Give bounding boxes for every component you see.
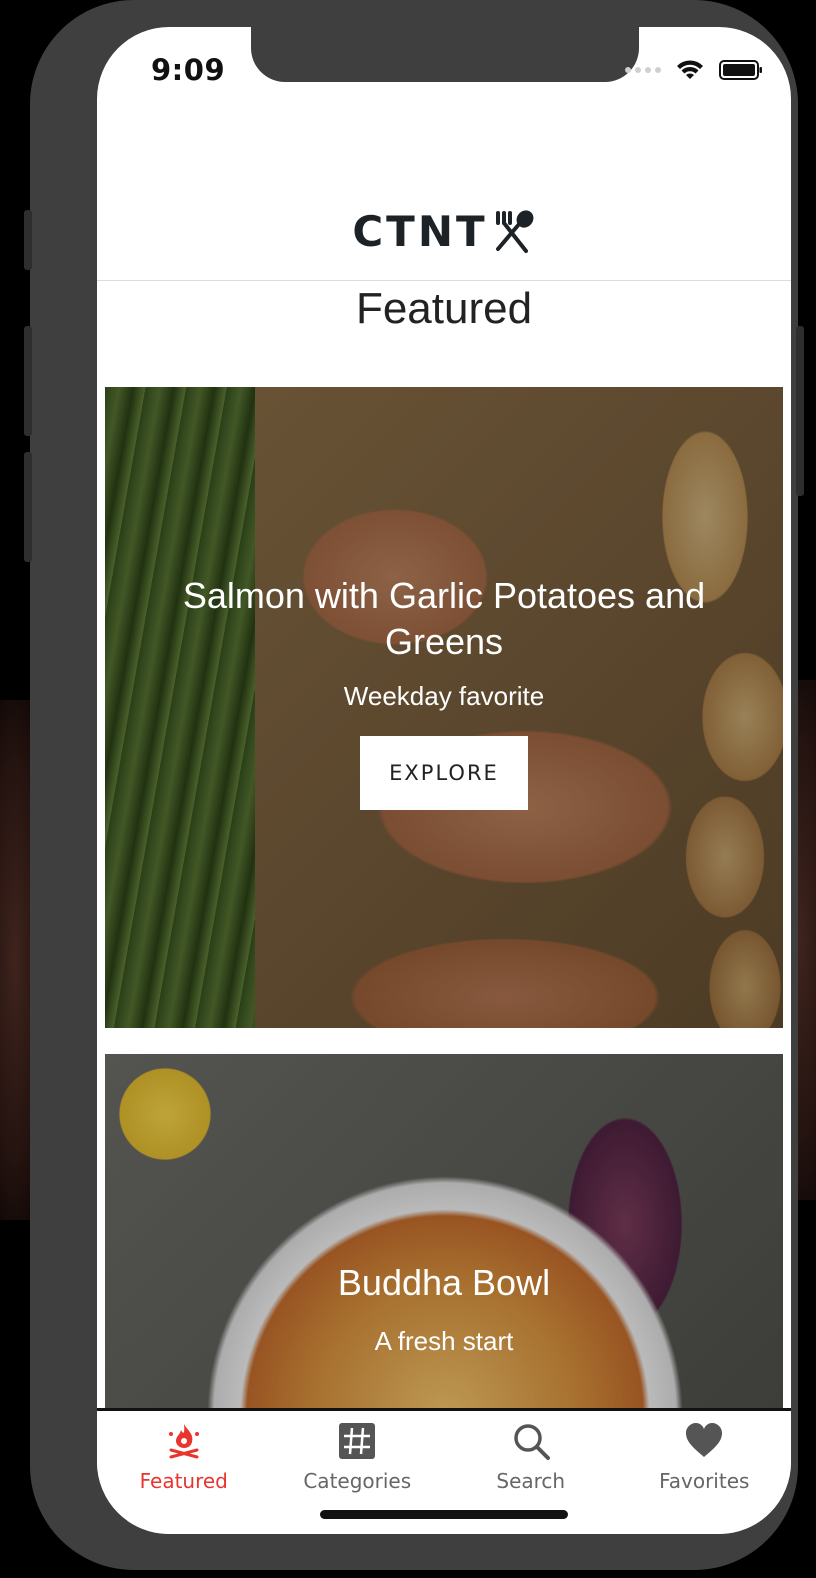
card-subtitle: Weekday favorite (343, 681, 545, 711)
explore-button[interactable]: EXPLORE (360, 736, 528, 810)
tab-label: Featured (139, 1469, 228, 1493)
card-title: Buddha Bowl (337, 1262, 551, 1303)
card-subtitle: A fresh start (374, 1326, 514, 1356)
card-overlay: Salmon with Garlic Potatoes and Greens W… (105, 387, 783, 1028)
phone-frame: 9:09 CTNT Featured Salmon with Garlic Po… (24, 0, 804, 1570)
screen: 9:09 CTNT Featured Salmon with Garlic Po… (97, 27, 791, 1534)
tab-label: Favorites (659, 1469, 750, 1493)
wifi-icon (677, 60, 703, 79)
logo-text: CTNT (352, 207, 488, 256)
recipe-card[interactable]: Buddha Bowl A fresh start (105, 1054, 783, 1409)
signal-icon (625, 67, 661, 73)
tab-label: Categories (303, 1469, 412, 1493)
heart-icon (686, 1423, 723, 1457)
tab-label: Search (496, 1469, 566, 1493)
grid-icon (339, 1423, 376, 1459)
featured-scroll[interactable]: Featured Salmon with Garlic Potatoes and… (97, 282, 791, 1409)
notch (251, 27, 639, 82)
card-title: Salmon with Garlic Potatoes and Greens (182, 575, 706, 662)
campfire-icon (168, 1424, 199, 1459)
battery-icon (719, 60, 762, 80)
home-indicator[interactable] (320, 1510, 568, 1519)
section-title: Featured (355, 284, 533, 333)
app-header: CTNT (97, 177, 791, 281)
recipe-card[interactable]: Salmon with Garlic Potatoes and Greens W… (105, 387, 783, 1028)
tab-favorites[interactable]: Favorites (618, 1411, 792, 1534)
status-icons (625, 59, 763, 81)
volume-down-button (24, 452, 32, 562)
status-time: 9:09 (151, 53, 226, 87)
silent-switch (24, 210, 32, 270)
logo: CTNT (352, 207, 535, 256)
power-button (796, 326, 804, 496)
search-icon (514, 1424, 550, 1460)
tab-featured[interactable]: Featured (97, 1411, 271, 1534)
fork-spoon-icon (495, 209, 534, 253)
volume-up-button (24, 326, 32, 436)
card-overlay: Buddha Bowl A fresh start (105, 1054, 783, 1409)
